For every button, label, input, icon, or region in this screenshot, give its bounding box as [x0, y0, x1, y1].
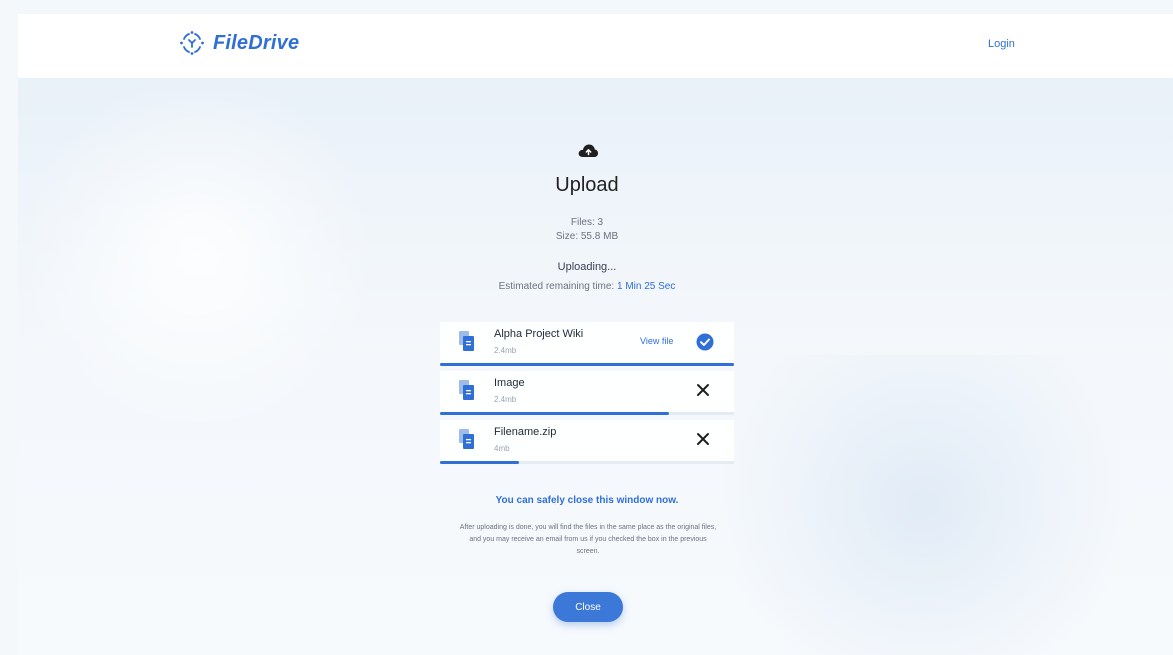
upload-progress-bar: [440, 363, 734, 366]
view-file-link[interactable]: View file: [640, 336, 673, 346]
file-name: Alpha Project Wiki: [494, 328, 584, 340]
safe-close-message: You can safely close this window now.: [495, 495, 679, 506]
upload-note: After uploading is done, you will find t…: [459, 524, 717, 555]
close-button[interactable]: Close: [553, 592, 623, 622]
brand-logo[interactable]: FileDrive: [179, 30, 299, 56]
file-name: Image: [494, 377, 525, 389]
upload-status: Uploading...: [557, 261, 617, 273]
upload-progress-bar: [440, 461, 734, 464]
check-circle-icon: [696, 333, 714, 351]
file-size: 2.4mb: [494, 395, 517, 404]
file-stack-icon: [459, 331, 474, 351]
brand-name: FileDrive: [213, 31, 300, 54]
cloud-upload-icon: [578, 144, 598, 157]
eta-line: Estimated remaining time: 1 Min 25 Sec: [439, 281, 735, 292]
file-size: 2.4mb: [494, 346, 517, 355]
file-stack-icon: [459, 380, 474, 400]
file-row: Filename.zip 4mb: [440, 420, 734, 464]
upload-progress-fill: [440, 363, 734, 366]
page-frame: FileDrive Login Upload Files: 3 Size: 55…: [18, 14, 1173, 655]
upload-title: Upload: [555, 174, 619, 196]
upload-progress-fill: [440, 412, 670, 415]
eta-label: Estimated remaining time:: [498, 281, 615, 292]
top-header: FileDrive Login: [18, 14, 1173, 78]
file-name: Filename.zip: [494, 426, 557, 438]
file-stack-icon: [459, 429, 474, 449]
upload-panel: Upload Files: 3 Size: 55.8 MB Uploading.…: [18, 78, 1173, 655]
upload-progress-fill: [440, 461, 520, 464]
file-size: 4mb: [494, 444, 510, 453]
file-row: Image 2.4mb: [440, 371, 734, 415]
cancel-upload-icon[interactable]: [696, 432, 710, 446]
login-link[interactable]: Login: [988, 38, 1015, 50]
cancel-upload-icon[interactable]: [696, 383, 710, 397]
filedrive-logo-icon: [180, 31, 204, 55]
upload-progress-bar: [440, 412, 734, 415]
file-row: Alpha Project Wiki 2.4mb View file: [440, 322, 734, 366]
eta-value: 1 Min 25 Sec: [617, 281, 676, 292]
total-size: Size: 55.8 MB: [555, 231, 619, 242]
files-count: Files: 3: [570, 217, 604, 228]
